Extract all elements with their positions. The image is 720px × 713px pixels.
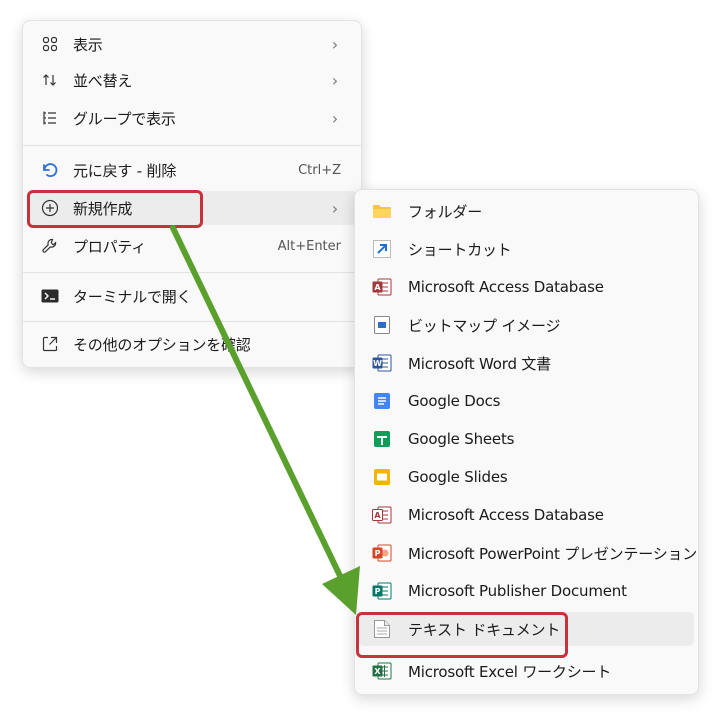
annotation-arrow xyxy=(170,225,360,615)
